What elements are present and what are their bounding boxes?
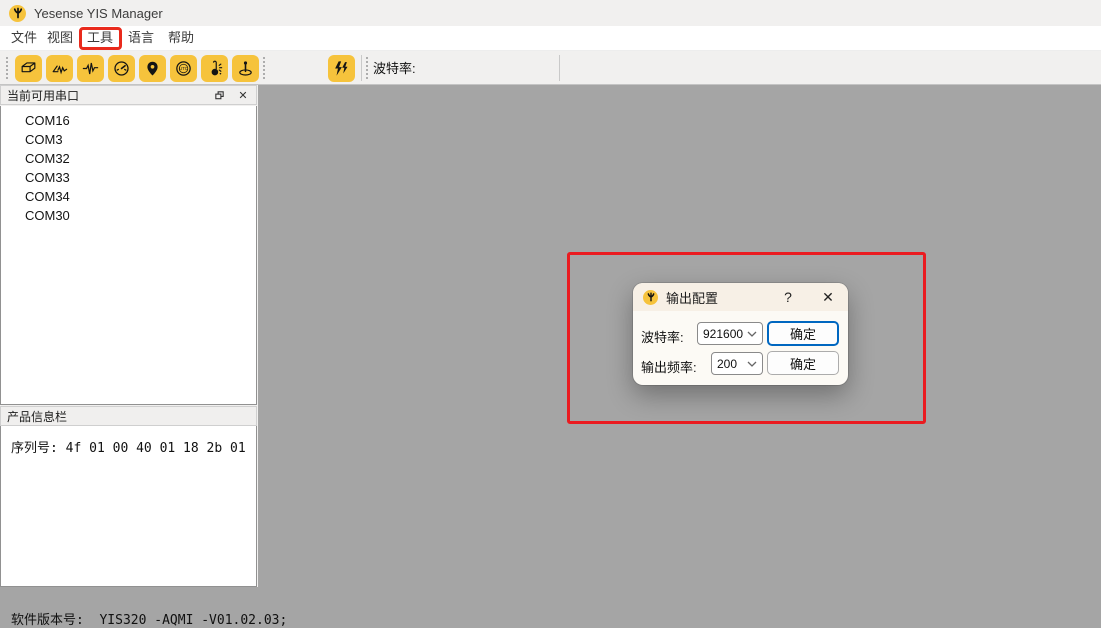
dialog-baud-label: 波特率: <box>641 327 684 346</box>
toolbar-grip[interactable] <box>263 57 265 79</box>
output-config-dialog: 输出配置 ? ✕ 波特率: 921600 确定 输出频率: 200 确定 <box>633 283 848 385</box>
menu-bar: 文件 视图 工具 语言 帮助 <box>0 26 1101 51</box>
toolbar: UTC COM16 波特率: 921600 关闭串口 <box>0 51 1101 85</box>
3d-model-icon[interactable] <box>15 55 42 82</box>
attitude-waveform-icon[interactable] <box>46 55 73 82</box>
magnetometer-icon[interactable] <box>232 55 259 82</box>
utc-clock-icon[interactable]: UTC <box>170 55 197 82</box>
info-panel-header: 产品信息栏 <box>0 406 257 426</box>
chevron-down-icon <box>747 361 757 367</box>
ports-panel-header: 当前可用串口 ✕ <box>0 85 257 105</box>
raw-waveform-icon[interactable] <box>77 55 104 82</box>
dialog-help-button[interactable]: ? <box>776 283 800 311</box>
port-list-item[interactable]: COM16 <box>1 111 256 130</box>
serial-number-line: 序列号: 4f 01 00 40 01 18 2b 01 <box>11 437 246 456</box>
svg-text:UTC: UTC <box>179 66 188 71</box>
dialog-baud-select[interactable]: 921600 <box>697 322 763 345</box>
dialog-baud-ok-button[interactable]: 确定 <box>767 321 839 346</box>
software-version-line: 软件版本号: YIS320 -AQMI -V01.02.03; <box>11 609 287 628</box>
toolbar-separator <box>559 55 560 81</box>
port-list-item[interactable]: COM33 <box>1 168 256 187</box>
ports-panel-title: 当前可用串口 <box>7 87 79 104</box>
dialog-baud-value: 921600 <box>703 327 743 341</box>
menu-view[interactable]: 视图 <box>47 26 73 50</box>
product-info-panel: 序列号: 4f 01 00 40 01 18 2b 01 软件版本号: YIS3… <box>0 426 257 587</box>
dialog-freq-select[interactable]: 200 <box>711 352 763 375</box>
dialog-freq-value: 200 <box>717 357 737 371</box>
port-list-item[interactable]: COM3 <box>1 130 256 149</box>
gauge-icon[interactable] <box>108 55 135 82</box>
refresh-ports-icon[interactable] <box>328 55 355 82</box>
main-canvas: 输出配置 ? ✕ 波特率: 921600 确定 输出频率: 200 确定 <box>258 85 1101 587</box>
window-title: Yesense YIS Manager <box>34 6 163 21</box>
title-bar: Yesense YIS Manager <box>0 0 1101 26</box>
app-window: Yesense YIS Manager 文件 视图 工具 语言 帮助 UTC <box>0 0 1101 587</box>
gps-location-icon[interactable] <box>139 55 166 82</box>
menu-help[interactable]: 帮助 <box>168 26 194 50</box>
menu-tools[interactable]: 工具 <box>87 26 113 50</box>
dialog-title-bar: 输出配置 ? ✕ <box>633 283 848 311</box>
baud-rate-label: 波特率: <box>373 51 416 84</box>
port-list: COM16 COM3 COM32 COM33 COM34 COM30 <box>0 106 257 405</box>
chevron-down-icon <box>747 331 757 337</box>
temperature-icon[interactable] <box>201 55 228 82</box>
toolbar-grip[interactable] <box>366 57 368 79</box>
toolbar-grip[interactable] <box>6 57 8 79</box>
toolbar-separator <box>361 55 362 81</box>
dialog-logo-icon <box>643 290 658 305</box>
app-logo-icon <box>9 5 26 22</box>
port-list-item[interactable]: COM30 <box>1 206 256 225</box>
port-list-item[interactable]: COM34 <box>1 187 256 206</box>
menu-language[interactable]: 语言 <box>128 26 154 50</box>
menu-file[interactable]: 文件 <box>11 26 37 50</box>
close-panel-button[interactable]: ✕ <box>236 88 250 102</box>
info-panel-title: 产品信息栏 <box>7 408 67 425</box>
dialog-title: 输出配置 <box>666 288 718 307</box>
port-list-item[interactable]: COM32 <box>1 149 256 168</box>
dialog-freq-ok-button[interactable]: 确定 <box>767 351 839 375</box>
dialog-freq-label: 输出频率: <box>641 357 697 376</box>
dialog-close-button[interactable]: ✕ <box>814 283 842 311</box>
workspace: 当前可用串口 ✕ COM16 COM3 COM32 COM33 COM34 CO… <box>0 85 1101 587</box>
float-panel-button[interactable] <box>212 88 226 102</box>
left-dock: 当前可用串口 ✕ COM16 COM3 COM32 COM33 COM34 CO… <box>0 85 258 587</box>
